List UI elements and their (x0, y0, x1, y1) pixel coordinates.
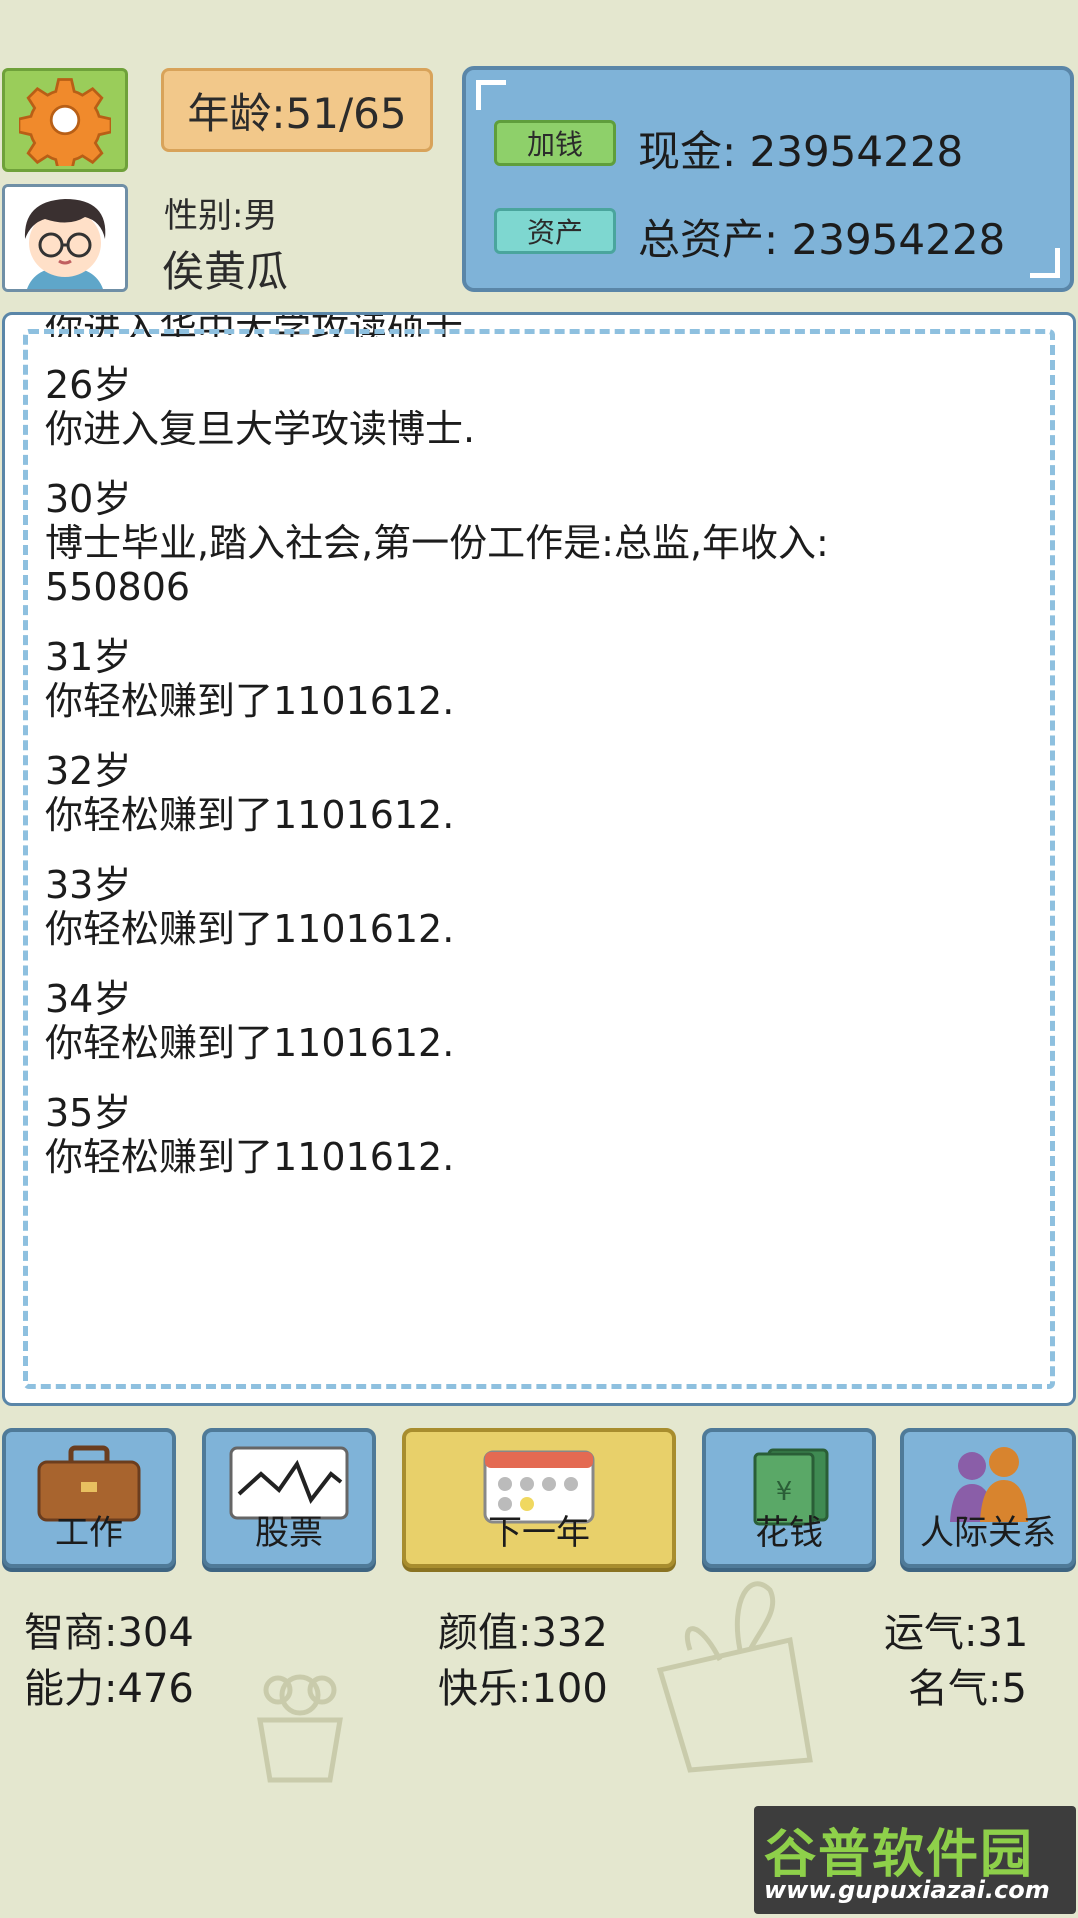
spend-money-button[interactable]: ¥ 花钱 (702, 1428, 876, 1568)
stocks-label: 股票 (255, 1513, 323, 1553)
log-age: 30岁 (45, 477, 132, 521)
log-text: 你轻松赚到了1101612. (45, 679, 455, 723)
log-entry: 32岁 你轻松赚到了1101612. (45, 749, 1013, 837)
assets-button[interactable]: 资产 (494, 208, 616, 254)
log-text: 你轻松赚到了1101612. (45, 907, 455, 951)
log-entry: 35岁 你轻松赚到了1101612. (45, 1091, 1013, 1179)
character-name: 俟黄瓜 (162, 247, 289, 296)
total-assets-value: 总资产: 23954228 (638, 215, 1006, 264)
stat-ability: 能力:476 (24, 1666, 194, 1712)
relations-label: 人际关系 (920, 1513, 1056, 1553)
log-entry: 34岁 你轻松赚到了1101612. (45, 977, 1013, 1065)
stat-happiness: 快乐:100 (438, 1666, 608, 1712)
log-entry: 31岁 你轻松赚到了1101612. (45, 635, 1013, 723)
watermark-logo: 谷普软件园 www.gupuxiazai.com (754, 1806, 1076, 1914)
cash-value: 现金: 23954228 (638, 127, 964, 176)
log-text: 你轻松赚到了1101612. (45, 1135, 455, 1179)
log-text: 你进入复旦大学攻读博士. (45, 407, 476, 451)
age-display: 年龄:51/65 (161, 68, 433, 152)
add-money-button[interactable]: 加钱 (494, 120, 616, 166)
log-text-partial: 你进入华中大学攻读硕士. (45, 312, 476, 337)
relations-button[interactable]: 人际关系 (900, 1428, 1076, 1568)
stat-luck: 运气:31 (884, 1610, 1029, 1656)
stat-looks: 颜值:332 (438, 1610, 608, 1656)
avatar[interactable] (2, 184, 128, 292)
log-age: 33岁 (45, 863, 132, 907)
gender-label: 性别:男 (164, 196, 278, 236)
spend-money-label: 花钱 (755, 1513, 823, 1553)
log-entry: 26岁 你进入复旦大学攻读博士. (45, 363, 1013, 451)
settings-button[interactable] (2, 68, 128, 172)
log-entry: 33岁 你轻松赚到了1101612. (45, 863, 1013, 951)
work-button[interactable]: 工作 (2, 1428, 176, 1568)
log-age: 34岁 (45, 977, 132, 1021)
panel-corner-decoration (1030, 248, 1060, 278)
log-age: 32岁 (45, 749, 132, 793)
log-text: 博士毕业,踏入社会,第一份工作是:总监,年收入: (45, 521, 829, 565)
stat-fame: 名气:5 (908, 1666, 1027, 1712)
money-panel: 加钱 现金: 23954228 资产 总资产: 23954228 (462, 66, 1074, 292)
plant-doodle (656, 1581, 813, 1773)
work-label: 工作 (55, 1513, 123, 1553)
watermark-url: www.gupuxiazai.com (764, 1876, 1050, 1904)
log-age: 26岁 (45, 363, 132, 407)
gear-icon (19, 78, 111, 166)
log-entry: 30岁 博士毕业,踏入社会,第一份工作是:总监,年收入: 550806 (45, 477, 1013, 609)
log-age: 31岁 (45, 635, 132, 679)
log-age: 35岁 (45, 1091, 132, 1135)
character-portrait-icon (5, 187, 125, 289)
next-year-button[interactable]: 下一年 (402, 1428, 676, 1568)
life-log-panel[interactable]: 你进入华中大学攻读硕士. 26岁 你进入复旦大学攻读博士. 30岁 博士毕业,踏… (2, 312, 1076, 1406)
stocks-button[interactable]: 股票 (202, 1428, 376, 1568)
life-log-list: 你进入华中大学攻读硕士. 26岁 你进入复旦大学攻读博士. 30岁 博士毕业,踏… (45, 312, 1013, 1205)
log-text: 你轻松赚到了1101612. (45, 793, 455, 837)
svg-text:¥: ¥ (776, 1477, 793, 1507)
panel-corner-decoration (476, 80, 506, 110)
log-text: 550806 (45, 565, 191, 609)
next-year-label: 下一年 (488, 1513, 590, 1553)
stat-iq: 智商:304 (24, 1610, 194, 1656)
flower-pot-doodle (257, 1674, 343, 1783)
log-text: 你轻松赚到了1101612. (45, 1021, 455, 1065)
